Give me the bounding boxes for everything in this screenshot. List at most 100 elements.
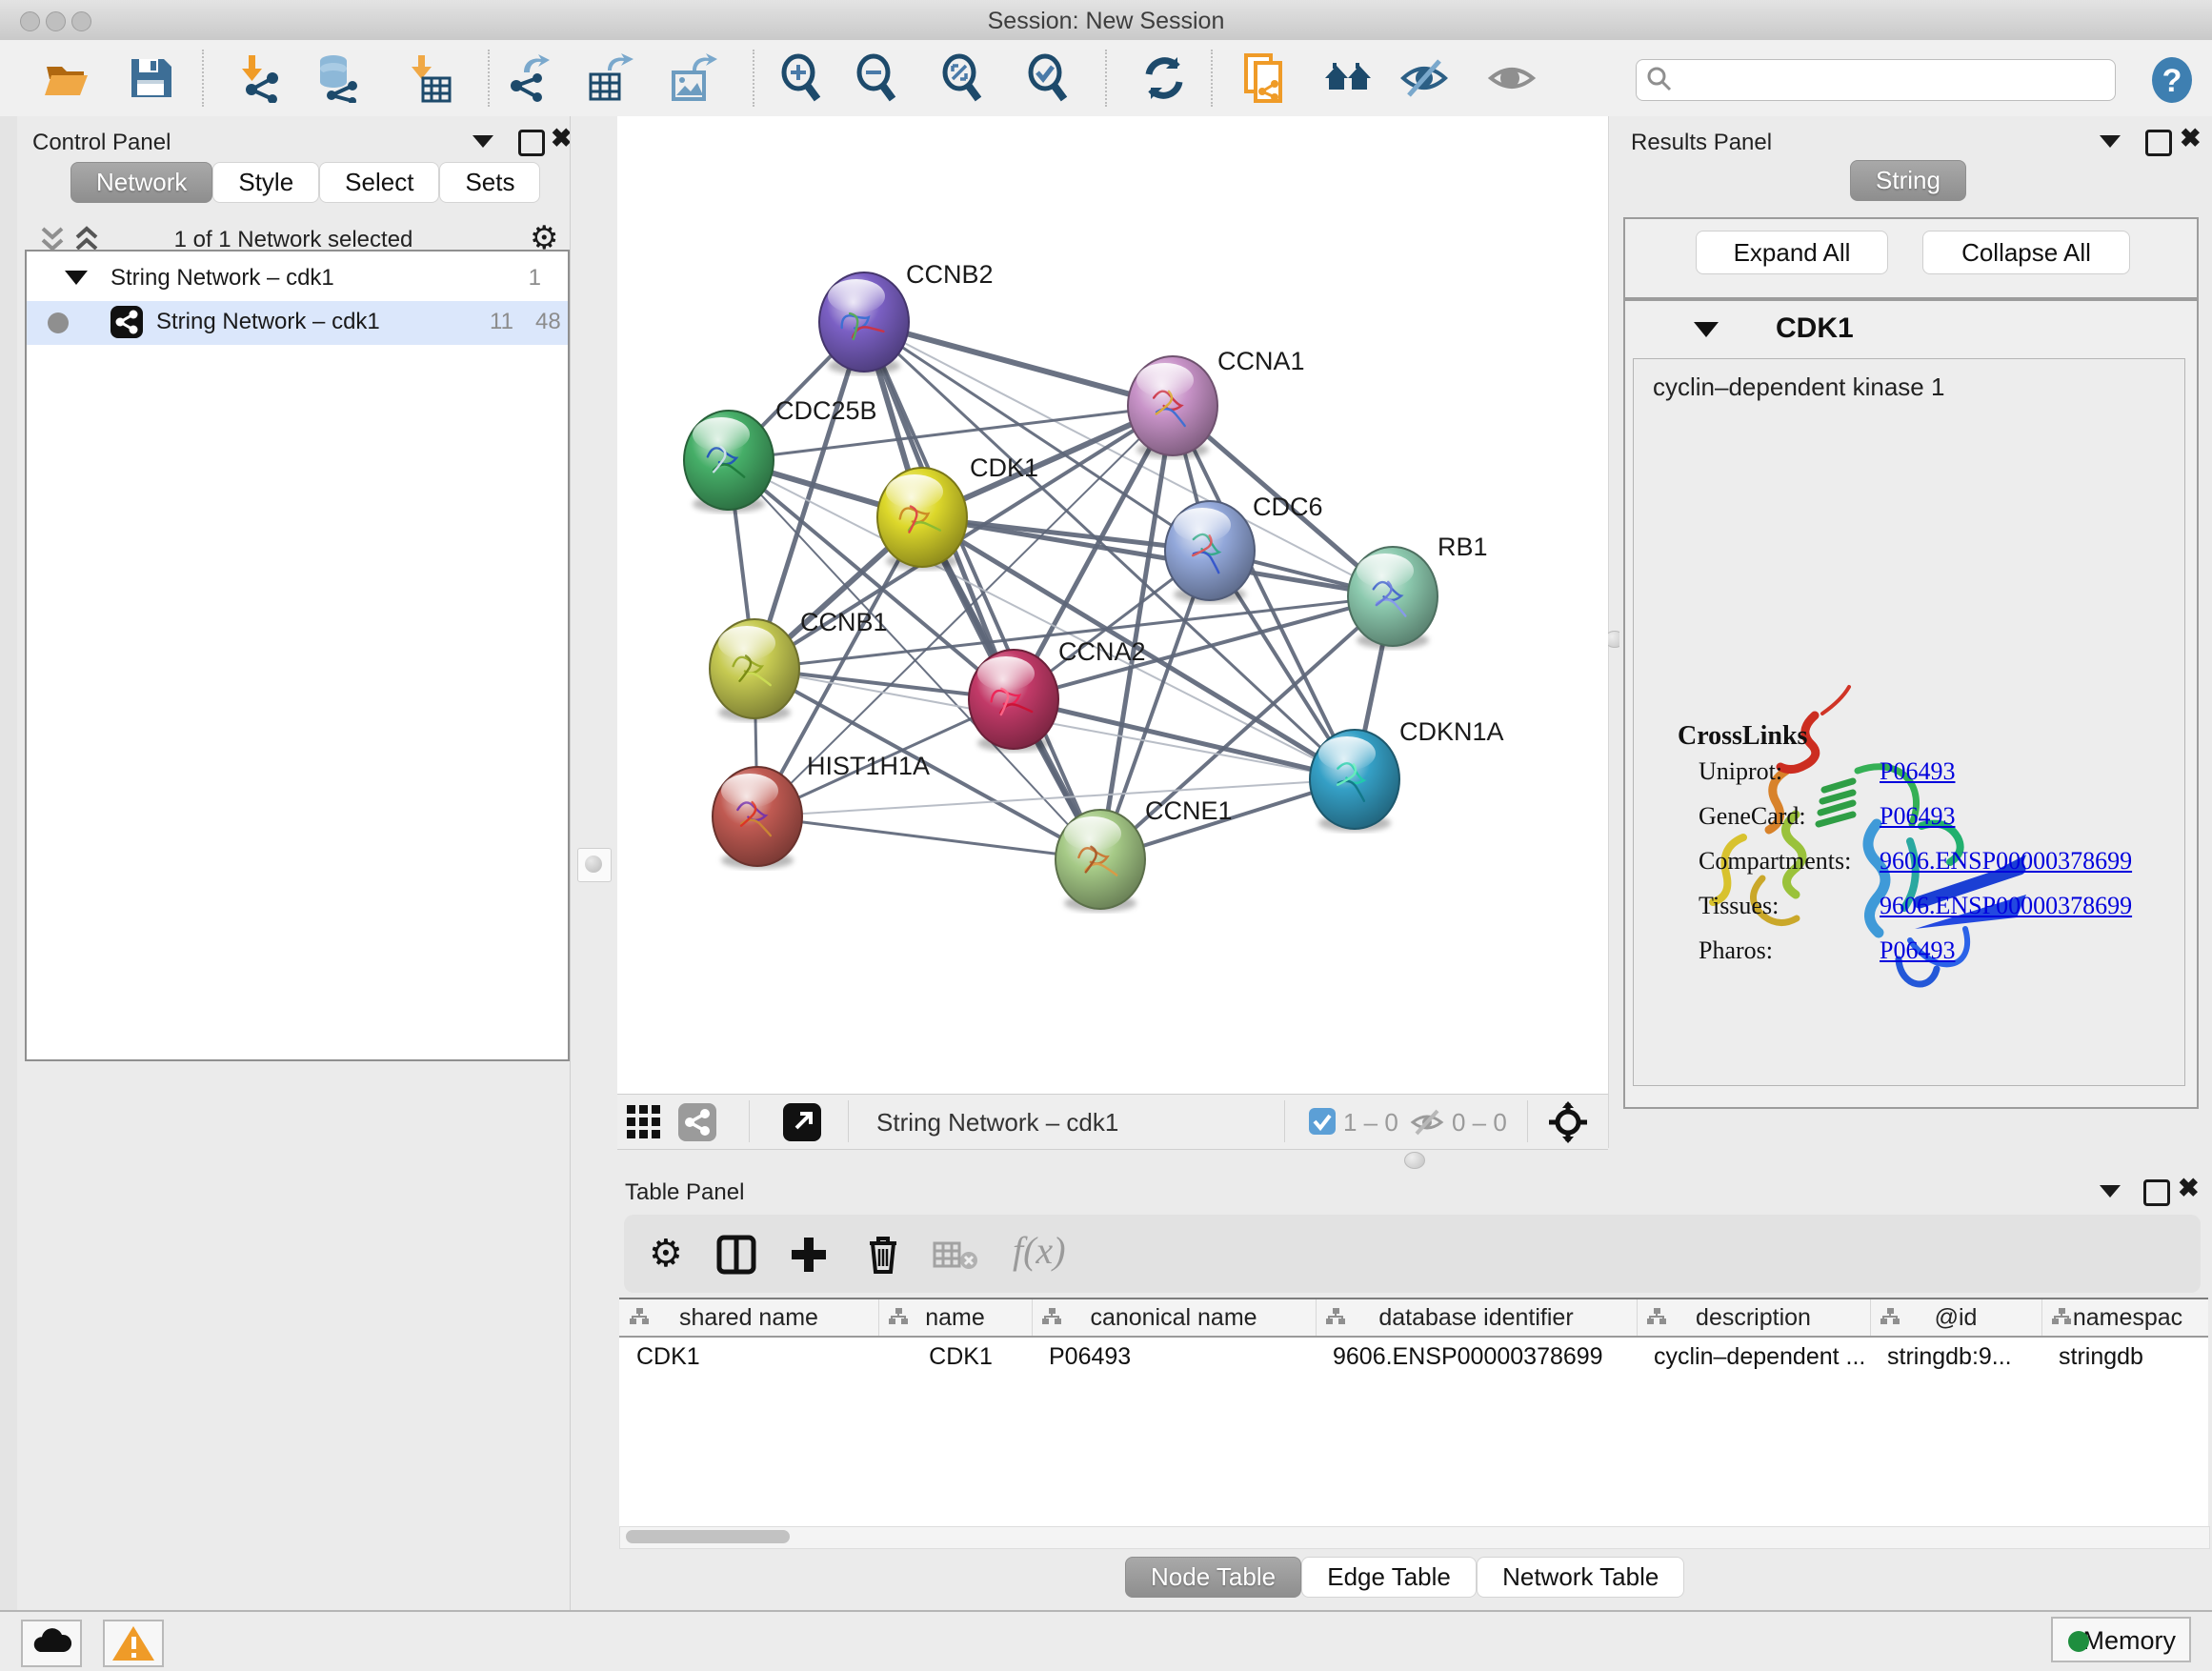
memory-button[interactable]: Memory — [2051, 1617, 2191, 1662]
birds-eye-view-icon[interactable] — [1547, 1101, 1589, 1143]
panel-close-icon[interactable]: ✖ — [2180, 128, 2202, 149]
export-image-icon[interactable] — [668, 53, 717, 103]
delete-column-icon[interactable] — [862, 1232, 904, 1276]
homes-icon[interactable] — [1323, 53, 1373, 103]
node-CCNB1[interactable]: CCNB1 — [710, 608, 888, 721]
tab-node-table[interactable]: Node Table — [1125, 1557, 1301, 1598]
cell-namespac[interactable]: stringdb — [2059, 1343, 2208, 1371]
edge-CCNA2-CDKN1A[interactable] — [1014, 699, 1355, 779]
tab-select[interactable]: Select — [319, 162, 439, 203]
panel-menu-icon[interactable] — [2100, 1185, 2121, 1198]
crosslink-link[interactable]: 9606.ENSP00000378699 — [1880, 847, 2132, 876]
tab-network-table[interactable]: Network Table — [1477, 1557, 1684, 1598]
panel-float-icon[interactable] — [2143, 1179, 2170, 1206]
vertical-splitter-left[interactable] — [570, 116, 619, 1610]
title-bar: Session: New Session — [0, 0, 2212, 41]
panel-close-icon[interactable]: ✖ — [2178, 1178, 2200, 1198]
node-CCNE1[interactable]: CCNE1 — [1056, 796, 1233, 912]
splitter-grip[interactable] — [577, 848, 612, 882]
eye-icon[interactable] — [1487, 53, 1537, 103]
import-table-icon[interactable] — [404, 53, 453, 103]
cell-canonical-name[interactable]: P06493 — [1049, 1343, 1310, 1371]
help-icon[interactable]: ? — [2147, 55, 2197, 105]
panel-float-icon[interactable] — [518, 130, 545, 156]
column-header--id[interactable]: @id — [1870, 1299, 2042, 1336]
application-window: Session: New Session — [0, 0, 2212, 1671]
node-label: RB1 — [1438, 533, 1488, 561]
warnings-button[interactable] — [103, 1620, 164, 1667]
node-CCNB2[interactable]: CCNB2 — [819, 260, 994, 374]
network-tree-parent-row[interactable]: String Network – cdk1 1 — [27, 257, 568, 301]
column-header-canonical-name[interactable]: canonical name — [1032, 1299, 1317, 1336]
duplicate-network-icon[interactable] — [1240, 53, 1290, 103]
tab-string[interactable]: String — [1850, 160, 1966, 201]
crosslink-link[interactable]: 9606.ENSP00000378699 — [1880, 892, 2132, 920]
selected-checkbox-icon[interactable] — [1309, 1108, 1336, 1135]
tab-network[interactable]: Network — [70, 162, 212, 203]
node-HIST1H1A[interactable]: HIST1H1A — [713, 752, 930, 869]
cloud-button[interactable] — [21, 1620, 82, 1667]
network-tree-row-selected[interactable]: String Network – cdk1 11 48 — [27, 301, 568, 345]
open-icon[interactable] — [42, 53, 91, 103]
column-header-shared-name[interactable]: shared name — [619, 1299, 879, 1336]
show-columns-icon[interactable] — [715, 1234, 757, 1276]
eye-slash-icon[interactable] — [1399, 53, 1449, 103]
tab-edge-table[interactable]: Edge Table — [1301, 1557, 1477, 1598]
zoom-fit-icon[interactable] — [938, 53, 988, 103]
expand-all-button[interactable]: Expand All — [1696, 231, 1888, 274]
zoom-in-icon[interactable] — [777, 53, 827, 103]
horizontal-splitter[interactable] — [617, 1148, 2212, 1172]
tab-style[interactable]: Style — [212, 162, 319, 203]
cell-name[interactable]: CDK1 — [895, 1343, 1026, 1371]
crosslink-link[interactable]: P06493 — [1880, 802, 1955, 831]
tree-expand-icon[interactable] — [65, 271, 88, 285]
gene-section-header[interactable]: CDK1 — [1625, 301, 2197, 356]
export-network-icon[interactable] — [503, 53, 553, 103]
crosslink-link[interactable]: P06493 — [1880, 757, 1955, 786]
formula-builder-icon[interactable]: f(x) — [1013, 1228, 1066, 1273]
search-box[interactable] — [1636, 59, 2116, 101]
export-table-icon[interactable] — [585, 53, 634, 103]
search-input[interactable] — [1679, 62, 2101, 96]
collapse-section-icon[interactable] — [1694, 322, 1719, 337]
zoom-selected-icon[interactable] — [1024, 53, 1074, 103]
cell--id[interactable]: stringdb:9... — [1887, 1343, 2036, 1371]
toolbar-divider — [1527, 1100, 1528, 1142]
column-header-description[interactable]: description — [1637, 1299, 1871, 1336]
delete-table-icon[interactable] — [933, 1239, 978, 1272]
scrollbar-thumb[interactable] — [626, 1530, 790, 1543]
column-header-database-identifier[interactable]: database identifier — [1316, 1299, 1638, 1336]
tab-sets[interactable]: Sets — [439, 162, 540, 203]
panel-menu-icon[interactable] — [2100, 135, 2121, 148]
network-badge-icon[interactable] — [678, 1103, 716, 1141]
column-header-namespac[interactable]: namespac — [2041, 1299, 2212, 1336]
panel-menu-icon[interactable] — [473, 135, 493, 148]
grid-view-icon[interactable] — [625, 1103, 663, 1141]
save-icon[interactable] — [126, 53, 175, 103]
refresh-icon[interactable] — [1139, 53, 1189, 103]
control-panel-title: Control Panel — [32, 130, 171, 156]
import-network-icon[interactable] — [234, 53, 284, 103]
column-header-name[interactable]: name — [878, 1299, 1033, 1336]
node-CDKN1A[interactable]: CDKN1A — [1310, 717, 1504, 832]
table-horizontal-scrollbar[interactable] — [619, 1526, 2210, 1549]
network-canvas[interactable]: CCNB2CCNA1CDC25BCDK1CDC6RB1CCNB1CCNA2CDK… — [617, 116, 1608, 1094]
zoom-out-icon[interactable] — [853, 53, 902, 103]
crosslink-link[interactable]: P06493 — [1880, 936, 1955, 965]
add-column-icon[interactable] — [788, 1234, 830, 1276]
cell-description[interactable]: cyclin–dependent ... — [1654, 1343, 1864, 1371]
node-table[interactable]: shared namenamecanonical namedatabase id… — [619, 1298, 2208, 1526]
splitter-grip[interactable] — [1404, 1152, 1425, 1169]
network-graph[interactable]: CCNB2CCNA1CDC25BCDK1CDC6RB1CCNB1CCNA2CDK… — [617, 116, 1608, 1094]
table-options-gear-icon[interactable]: ⚙ — [649, 1232, 683, 1276]
collapse-all-button[interactable]: Collapse All — [1922, 231, 2130, 274]
open-in-new-window-icon[interactable] — [783, 1103, 821, 1141]
node-RB1[interactable]: RB1 — [1348, 533, 1488, 649]
cell-database-identifier[interactable]: 9606.ENSP00000378699 — [1333, 1343, 1631, 1371]
node-CDK1[interactable]: CDK1 — [877, 453, 1038, 570]
edge-HIST1H1A-CCNE1[interactable] — [757, 816, 1100, 859]
import-database-icon[interactable] — [312, 53, 362, 103]
cell-shared-name[interactable]: CDK1 — [636, 1343, 873, 1371]
panel-float-icon[interactable] — [2145, 130, 2172, 156]
node-gloss — [693, 417, 750, 452]
